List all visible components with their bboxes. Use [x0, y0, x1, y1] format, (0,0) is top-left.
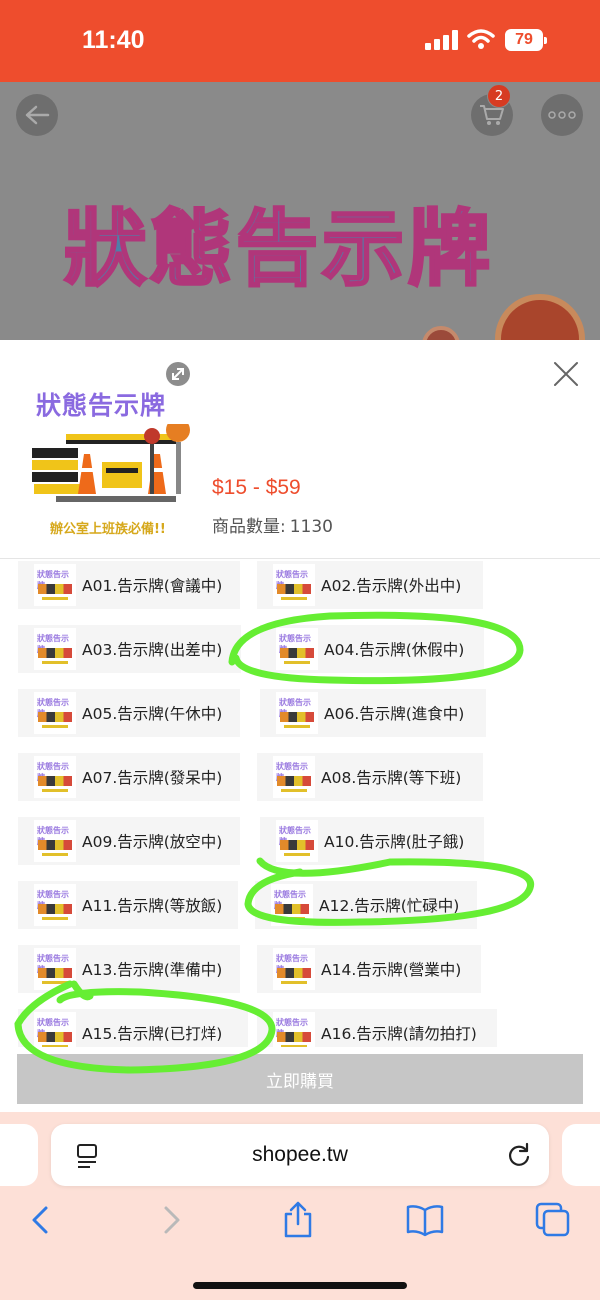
- variant-option-label: A04.告示牌(休假中): [324, 641, 465, 659]
- variant-thumbnail: 狀態告示牌: [273, 564, 315, 606]
- tabs-icon[interactable]: [533, 1200, 573, 1240]
- address-bar[interactable]: shopee.tw: [51, 1124, 549, 1186]
- stock-label: 商品數量:: [212, 517, 286, 537]
- variant-option[interactable]: 狀態告示牌 A11.告示牌(等放飯): [18, 881, 238, 929]
- variant-option-label: A06.告示牌(進食中): [324, 705, 465, 723]
- variant-option[interactable]: 狀態告示牌 A06.告示牌(進食中): [260, 689, 486, 737]
- variant-option-label: A05.告示牌(午休中): [82, 705, 223, 723]
- signs-illustration: [32, 424, 190, 502]
- variant-thumbnail: 狀態告示牌: [273, 756, 315, 798]
- variant-option-label: A13.告示牌(準備中): [82, 961, 223, 979]
- expand-image-button[interactable]: [166, 362, 190, 386]
- variant-option-label: A12.告示牌(忙碌中): [319, 897, 460, 915]
- variant-thumbnail: 狀態告示牌: [34, 564, 76, 606]
- variant-option-label: A02.告示牌(外出中): [321, 577, 462, 595]
- variant-thumbnail: 狀態告示牌: [34, 1012, 76, 1047]
- back-button[interactable]: [16, 94, 58, 136]
- variant-option[interactable]: 狀態告示牌 A03.告示牌(出差中): [18, 625, 241, 673]
- wifi-icon: [467, 29, 495, 49]
- variant-thumbnail: 狀態告示牌: [34, 756, 76, 798]
- variant-thumbnail: 狀態告示牌: [276, 628, 318, 670]
- variant-option-label: A03.告示牌(出差中): [82, 641, 223, 659]
- status-bar: 11:40 79: [0, 0, 600, 82]
- variant-option-label: A01.告示牌(會議中): [82, 577, 223, 595]
- variant-option[interactable]: 狀態告示牌 A04.告示牌(休假中): [260, 625, 484, 673]
- variant-option-label: A14.告示牌(營業中): [321, 961, 462, 979]
- browser-toolbar: shopee.tw: [0, 1112, 600, 1300]
- variant-thumbnail: 狀態告示牌: [34, 884, 76, 926]
- close-icon[interactable]: [550, 358, 582, 390]
- variant-option-label: A08.告示牌(等下班): [321, 769, 462, 787]
- browser-nav-bar: [0, 1200, 600, 1244]
- stock-quantity: 商品數量: 1130: [212, 512, 333, 537]
- battery-icon: 79: [505, 29, 547, 51]
- hero-title: 狀態告示牌: [62, 201, 495, 299]
- variant-option[interactable]: 狀態告示牌 A07.告示牌(發呆中): [18, 753, 240, 801]
- variant-thumbnail: 狀態告示牌: [34, 820, 76, 862]
- variant-option-label: A07.告示牌(發呆中): [82, 769, 223, 787]
- home-indicator: [193, 1282, 407, 1289]
- variant-thumbnail: 狀態告示牌: [34, 948, 76, 990]
- hero-sign-graphic: [422, 326, 460, 340]
- variant-option[interactable]: 狀態告示牌 A14.告示牌(營業中): [257, 945, 481, 993]
- variant-option-label: A09.告示牌(放空中): [82, 833, 223, 851]
- variant-thumbnail: 狀態告示牌: [273, 948, 315, 990]
- share-icon[interactable]: [278, 1200, 318, 1240]
- next-tab-preview[interactable]: [562, 1124, 600, 1186]
- variant-thumbnail: 狀態告示牌: [276, 692, 318, 734]
- variant-thumbnail: 狀態告示牌: [273, 1012, 315, 1047]
- variant-option[interactable]: 狀態告示牌 A13.告示牌(準備中): [18, 945, 240, 993]
- variant-thumbnail: 狀態告示牌: [34, 692, 76, 734]
- product-thumbnail[interactable]: 狀態告示牌 辦公室上班族必備!!: [18, 362, 200, 538]
- price-range: $15 - $59: [212, 476, 301, 499]
- variant-thumbnail: 狀態告示牌: [34, 628, 76, 670]
- arrow-left-icon: [25, 105, 50, 125]
- variant-option[interactable]: 狀態告示牌 A08.告示牌(等下班): [257, 753, 483, 801]
- previous-tab-preview[interactable]: [0, 1124, 38, 1186]
- variant-option[interactable]: 狀態告示牌 A15.告示牌(已打烊): [18, 1009, 248, 1047]
- variant-option[interactable]: 狀態告示牌 A12.告示牌(忙碌中): [255, 881, 477, 929]
- buy-now-button[interactable]: 立即購買: [17, 1054, 583, 1104]
- variant-option[interactable]: 狀態告示牌 A09.告示牌(放空中): [18, 817, 240, 865]
- more-options-button[interactable]: [541, 94, 583, 136]
- url-text: shopee.tw: [252, 1143, 348, 1166]
- thumbnail-title: 狀態告示牌: [36, 391, 167, 420]
- status-time: 11:40: [82, 26, 145, 54]
- expand-icon: [172, 368, 184, 380]
- bookmarks-icon[interactable]: [405, 1200, 445, 1240]
- variant-selection-sheet: 狀態告示牌 辦公室上班族必備!! $15 - $59 商品數量: 1130 狀態告…: [0, 340, 600, 1116]
- variant-option[interactable]: 狀態告示牌 A01.告示牌(會議中): [18, 561, 240, 609]
- variant-option-label: A16.告示牌(請勿拍打): [321, 1025, 477, 1043]
- variant-option-label: A15.告示牌(已打烊): [82, 1025, 223, 1043]
- variant-option[interactable]: 狀態告示牌 A10.告示牌(肚子餓): [260, 817, 484, 865]
- variant-option[interactable]: 狀態告示牌 A02.告示牌(外出中): [257, 561, 483, 609]
- forward-arrow-icon[interactable]: [152, 1200, 192, 1240]
- thumbnail-subtitle: 辦公室上班族必備!!: [50, 522, 166, 537]
- variant-option-label: A10.告示牌(肚子餓): [324, 833, 465, 851]
- stock-value: 1130: [289, 517, 333, 537]
- cart-count-badge: 2: [487, 84, 511, 108]
- more-dots-icon: [548, 111, 576, 119]
- variant-options: 狀態告示牌 A01.告示牌(會議中) 狀態告示牌 A02.告示牌(外出中) 狀態告示牌 A…: [0, 559, 600, 1047]
- variant-thumbnail: 狀態告示牌: [276, 820, 318, 862]
- cellular-signal-icon: [425, 30, 459, 50]
- variant-option-label: A11.告示牌(等放飯): [82, 897, 223, 915]
- back-arrow-icon[interactable]: [22, 1200, 62, 1240]
- reload-icon[interactable]: [506, 1142, 532, 1168]
- variant-option[interactable]: 狀態告示牌 A05.告示牌(午休中): [18, 689, 240, 737]
- variant-thumbnail: 狀態告示牌: [271, 884, 313, 926]
- hero-sign-graphic: [495, 294, 585, 340]
- product-page-background: 2 狀態告示牌: [0, 82, 600, 340]
- variant-option[interactable]: 狀態告示牌 A16.告示牌(請勿拍打): [257, 1009, 497, 1047]
